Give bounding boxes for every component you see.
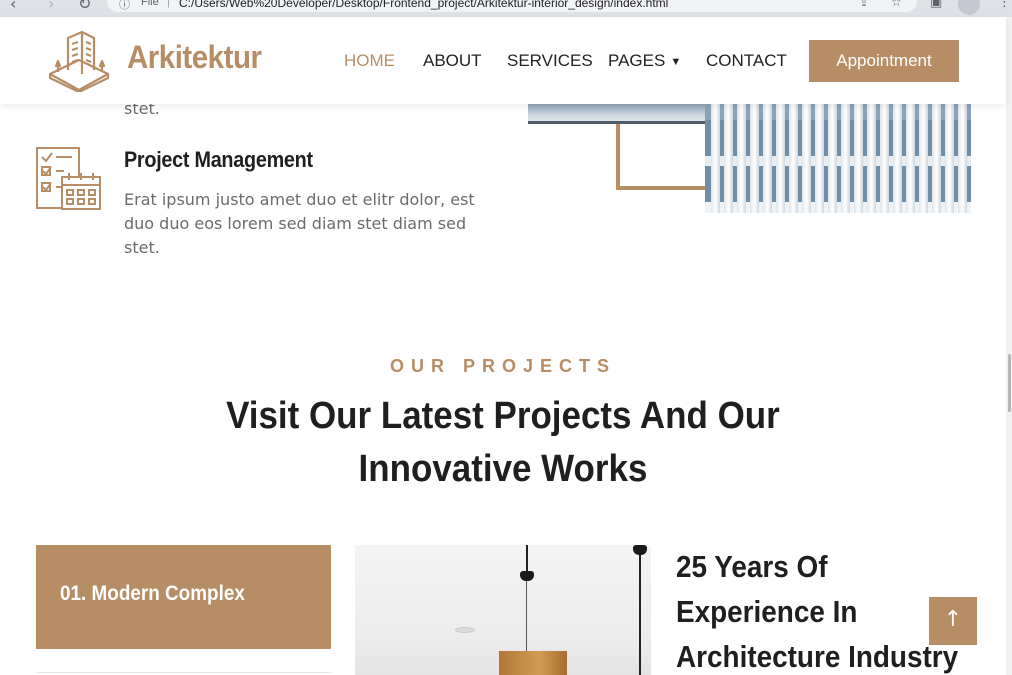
- extensions-icon[interactable]: ▣: [930, 0, 942, 10]
- info-icon[interactable]: ⓘ: [119, 0, 130, 12]
- wood-panel: [499, 651, 567, 675]
- facade-column: [776, 104, 785, 213]
- facade-column: [958, 104, 967, 213]
- decorative-frame: [616, 124, 706, 190]
- feature-desc-line: Erat ipsum justo amet duo et elitr dolor…: [124, 190, 475, 209]
- section-title-line: Innovative Works: [358, 448, 648, 490]
- facade-column: [906, 104, 915, 213]
- facade-column: [711, 104, 720, 213]
- facade-column: [945, 104, 954, 213]
- nav-services[interactable]: SERVICES: [507, 51, 593, 71]
- bookmark-star-icon[interactable]: ☆: [891, 0, 902, 9]
- nav-contact[interactable]: CONTACT: [706, 51, 787, 71]
- section-title-line: Visit Our Latest Projects And Our: [226, 395, 780, 437]
- facade-column: [737, 104, 746, 213]
- reload-icon[interactable]: ↻: [78, 0, 91, 13]
- share-icon[interactable]: ⇪: [859, 0, 869, 9]
- section-title: Visit Our Latest Projects And Our Innova…: [200, 390, 806, 496]
- building-logo-icon[interactable]: [46, 28, 112, 92]
- scrollbar-track[interactable]: [1006, 17, 1012, 675]
- facade-column: [828, 104, 837, 213]
- feature-desc-line: stet.: [124, 238, 160, 257]
- ceiling-spotlight: [455, 627, 475, 633]
- back-to-top-button[interactable]: ↑: [929, 597, 977, 645]
- nav-about[interactable]: ABOUT: [423, 51, 482, 71]
- pendant-wire: [639, 545, 641, 675]
- facade-column: [932, 104, 941, 213]
- facade-column: [724, 104, 733, 213]
- pendant-lamp: [633, 545, 647, 555]
- site-header: Arkitektur HOME ABOUT SERVICES PAGES ▼ CO…: [0, 17, 1006, 104]
- facade-column: [802, 104, 811, 213]
- url-text[interactable]: C:/Users/Web%20Developer/Desktop/Fronten…: [179, 0, 668, 10]
- profile-avatar[interactable]: [958, 0, 980, 15]
- forward-arrow-icon[interactable]: ›: [48, 0, 54, 13]
- browser-menu-icon[interactable]: ⋮: [998, 0, 1011, 10]
- experience-line: 25 Years Of: [676, 549, 828, 584]
- building-photo-small: [528, 104, 706, 124]
- section-kicker: OUR PROJECTS: [389, 356, 617, 376]
- facade-column: [750, 104, 759, 213]
- experience-line: Architecture Industry: [676, 639, 959, 674]
- facade-column: [854, 104, 863, 213]
- pendant-lamp: [520, 571, 534, 581]
- facade-column: [815, 104, 824, 213]
- url-separator: |: [167, 0, 170, 8]
- scrollbar-thumb[interactable]: [1008, 354, 1011, 412]
- feature-title: Project Management: [124, 147, 313, 172]
- back-arrow-icon[interactable]: ‹: [10, 0, 16, 13]
- next-card-border: [36, 672, 331, 673]
- facade-column: [919, 104, 928, 213]
- brand-name[interactable]: Arkitektur: [127, 39, 262, 76]
- browser-chrome: ‹ › ↻ ⓘ File | C:/Users/Web%20Developer/…: [0, 0, 1012, 17]
- facade-column: [789, 104, 798, 213]
- project-card-label: 01. Modern Complex: [60, 582, 245, 605]
- chevron-down-icon: ▼: [670, 56, 682, 68]
- interior-photo: [355, 545, 651, 675]
- nav-pages-label: PAGES: [608, 51, 666, 70]
- address-bar[interactable]: ⓘ File | C:/Users/Web%20Developer/Deskto…: [107, 0, 917, 12]
- facade-column: [867, 104, 876, 213]
- feature-desc-line: duo duo eos lorem sed diam stet diam sed: [124, 214, 467, 233]
- nav-home[interactable]: HOME: [344, 51, 395, 71]
- project-card-modern-complex[interactable]: 01. Modern Complex: [36, 545, 331, 649]
- pendant-wire: [526, 581, 527, 651]
- facade-column: [763, 104, 772, 213]
- nav-pages[interactable]: PAGES ▼: [608, 51, 681, 71]
- feature-description: Erat ipsum justo amet duo et elitr dolor…: [124, 188, 475, 260]
- building-facade-photo: [705, 104, 971, 213]
- facade-column: [880, 104, 889, 213]
- appointment-button[interactable]: Appointment: [809, 40, 959, 82]
- facade-column: [893, 104, 902, 213]
- file-label: File: [141, 0, 159, 8]
- arrow-up-icon: ↑: [943, 607, 963, 632]
- facade-column: [841, 104, 850, 213]
- pendant-wire: [526, 545, 528, 571]
- checklist-calendar-icon: [36, 147, 101, 210]
- experience-line: Experience In: [676, 594, 858, 629]
